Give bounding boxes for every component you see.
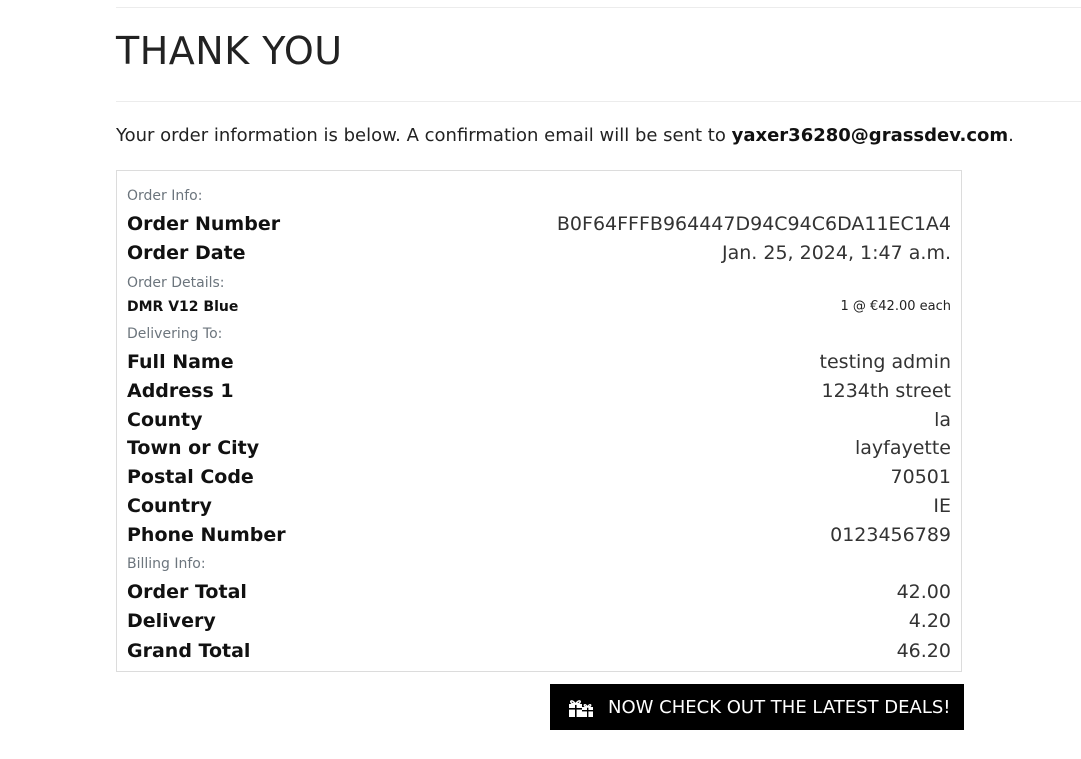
order-item-name: DMR V12 Blue [127,299,239,315]
town-or-city-value: layfayette [854,437,951,459]
order-intro-text: Your order information is below. A confi… [116,124,1014,148]
grand-total-label: Grand Total [127,640,251,662]
top-divider [116,7,1081,8]
order-info-label: Order Info: [127,188,203,204]
order-number-value: B0F64FFFB964447D94C94C6DA11EC1A4 [556,213,951,235]
postal-code-label: Postal Code [127,466,254,488]
delivery-label: Delivery [127,610,216,632]
postal-code-value: 70501 [890,466,951,488]
latest-deals-button[interactable]: NOW CHECK OUT THE LATEST DEALS! [550,684,964,730]
order-total-label: Order Total [127,581,247,603]
intro-text: Your order information is below. A confi… [116,125,732,146]
order-number-label: Order Number [127,213,281,235]
order-date-label: Order Date [127,242,246,264]
delivering-to-label: Delivering To: [127,326,223,342]
full-name-value: testing admin [819,351,951,373]
delivery-value: 4.20 [908,610,951,632]
gifts-icon [568,696,594,718]
order-summary-box: Order Info: Order Number B0F64FFFB964447… [116,170,962,672]
latest-deals-button-label: NOW CHECK OUT THE LATEST DEALS! [608,696,951,718]
phone-number-value: 0123456789 [830,524,951,546]
grand-total-value: 46.20 [896,640,951,662]
order-details-label: Order Details: [127,275,225,291]
address1-value: 1234th street [821,380,951,402]
country-value: IE [933,495,951,517]
confirmation-email: yaxer36280@grassdev.com [731,125,1009,146]
full-name-label: Full Name [127,351,234,373]
county-value: la [934,409,951,431]
billing-info-label: Billing Info: [127,556,206,572]
address1-label: Address 1 [127,380,234,402]
country-label: Country [127,495,212,517]
phone-number-label: Phone Number [127,524,286,546]
title-divider [116,101,1081,102]
town-or-city-label: Town or City [127,437,260,459]
county-label: County [127,409,203,431]
order-date-value: Jan. 25, 2024, 1:47 a.m. [722,242,951,264]
intro-end: . [1008,125,1014,146]
page-title: THANK YOU [116,29,343,73]
order-total-value: 42.00 [896,581,951,603]
order-item-qty-price: 1 @ €42.00 each [840,299,951,314]
